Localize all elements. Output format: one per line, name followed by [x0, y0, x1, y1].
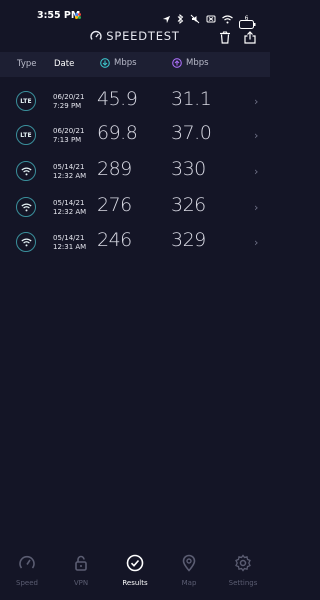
- result-date: 05/14/21: [53, 163, 85, 171]
- map-pin-icon: [182, 554, 196, 572]
- lte-icon: LTE: [16, 125, 36, 145]
- status-bar: 3:55 PM 6: [0, 0, 270, 29]
- chevron-right-icon: ›: [254, 129, 259, 142]
- check-circle-icon: [126, 554, 144, 572]
- nav-vpn[interactable]: VPN: [54, 554, 108, 587]
- lte-icon: LTE: [16, 91, 36, 111]
- result-time: 12:32 AM: [53, 172, 87, 180]
- wifi-icon: [16, 197, 36, 217]
- wifi-icon: [16, 161, 36, 181]
- result-datetime: 05/14/21 12:32 AM: [53, 163, 86, 181]
- result-date: 05/14/21: [53, 234, 85, 242]
- upload-arrow-icon: [172, 58, 182, 68]
- download-speed: 289: [97, 158, 132, 180]
- app-bar: SPEEDTEST: [0, 24, 270, 52]
- download-speed: 69.8: [97, 122, 138, 144]
- result-time: 7:29 PM: [53, 102, 82, 110]
- header-download-label: Mbps: [114, 58, 137, 68]
- header-date[interactable]: Date: [54, 59, 74, 69]
- connection-type: LTE: [20, 97, 32, 105]
- nav-speed[interactable]: Speed: [0, 554, 54, 587]
- speedometer-logo-icon: [90, 30, 102, 40]
- results-header: Type Date Mbps Mbps: [0, 52, 270, 77]
- header-upload[interactable]: Mbps: [172, 58, 209, 68]
- nav-label: Settings: [228, 579, 258, 587]
- brand-text: SPEEDTEST: [106, 29, 180, 43]
- nav-label: Speed: [16, 579, 38, 587]
- battery-icon: 6: [239, 14, 256, 29]
- result-row[interactable]: 05/14/21 12:32 AM 276 326 ›: [0, 192, 270, 228]
- chevron-right-icon: ›: [254, 236, 259, 249]
- download-arrow-icon: [100, 58, 110, 68]
- result-date: 06/20/21: [53, 127, 85, 135]
- upload-speed: 330: [171, 158, 206, 180]
- result-datetime: 06/20/21 7:29 PM: [53, 93, 84, 111]
- nav-settings[interactable]: Settings: [216, 554, 270, 587]
- result-time: 7:13 PM: [53, 136, 82, 144]
- wifi-icon: [16, 232, 36, 252]
- result-time: 12:32 AM: [53, 208, 87, 216]
- download-speed: 246: [97, 229, 132, 251]
- result-datetime: 06/20/21 7:13 PM: [53, 127, 84, 145]
- bottom-nav: Speed VPN Results Map Settings: [0, 548, 270, 600]
- connection-type: LTE: [20, 131, 32, 139]
- result-datetime: 05/14/21 12:32 AM: [53, 199, 86, 217]
- speedometer-icon: [19, 555, 35, 569]
- gear-icon: [235, 554, 251, 572]
- result-row[interactable]: 05/14/21 12:31 AM 246 329 ›: [0, 227, 270, 263]
- lock-icon: [75, 555, 87, 571]
- upload-speed: 31.1: [171, 88, 212, 110]
- download-speed: 276: [97, 194, 132, 216]
- trash-icon[interactable]: [219, 29, 231, 48]
- result-date: 05/14/21: [53, 199, 85, 207]
- chevron-right-icon: ›: [254, 165, 259, 178]
- upload-speed: 37.0: [171, 122, 212, 144]
- result-time: 12:31 AM: [53, 243, 87, 251]
- nav-label: Map: [181, 579, 197, 587]
- header-download[interactable]: Mbps: [100, 58, 137, 68]
- nav-results[interactable]: Results: [108, 554, 162, 587]
- share-icon[interactable]: [244, 29, 256, 48]
- result-date: 06/20/21: [53, 93, 85, 101]
- result-row[interactable]: 05/14/21 12:32 AM 289 330 ›: [0, 156, 270, 192]
- chevron-right-icon: ›: [254, 95, 259, 108]
- status-time: 3:55 PM: [37, 10, 81, 21]
- upload-speed: 329: [171, 229, 206, 251]
- result-row[interactable]: LTE 06/20/21 7:13 PM 69.8 37.0 ›: [0, 120, 270, 156]
- battery-level: 6: [244, 15, 249, 22]
- header-type[interactable]: Type: [17, 59, 37, 69]
- download-speed: 45.9: [97, 88, 138, 110]
- nav-label: VPN: [73, 579, 89, 587]
- result-row[interactable]: LTE 06/20/21 7:29 PM 45.9 31.1 ›: [0, 86, 270, 122]
- result-datetime: 05/14/21 12:31 AM: [53, 234, 86, 252]
- header-upload-label: Mbps: [186, 58, 209, 68]
- upload-speed: 326: [171, 194, 206, 216]
- nav-map[interactable]: Map: [162, 554, 216, 587]
- assistant-dot-icon: [75, 13, 81, 19]
- chevron-right-icon: ›: [254, 201, 259, 214]
- nav-label: Results: [122, 579, 148, 587]
